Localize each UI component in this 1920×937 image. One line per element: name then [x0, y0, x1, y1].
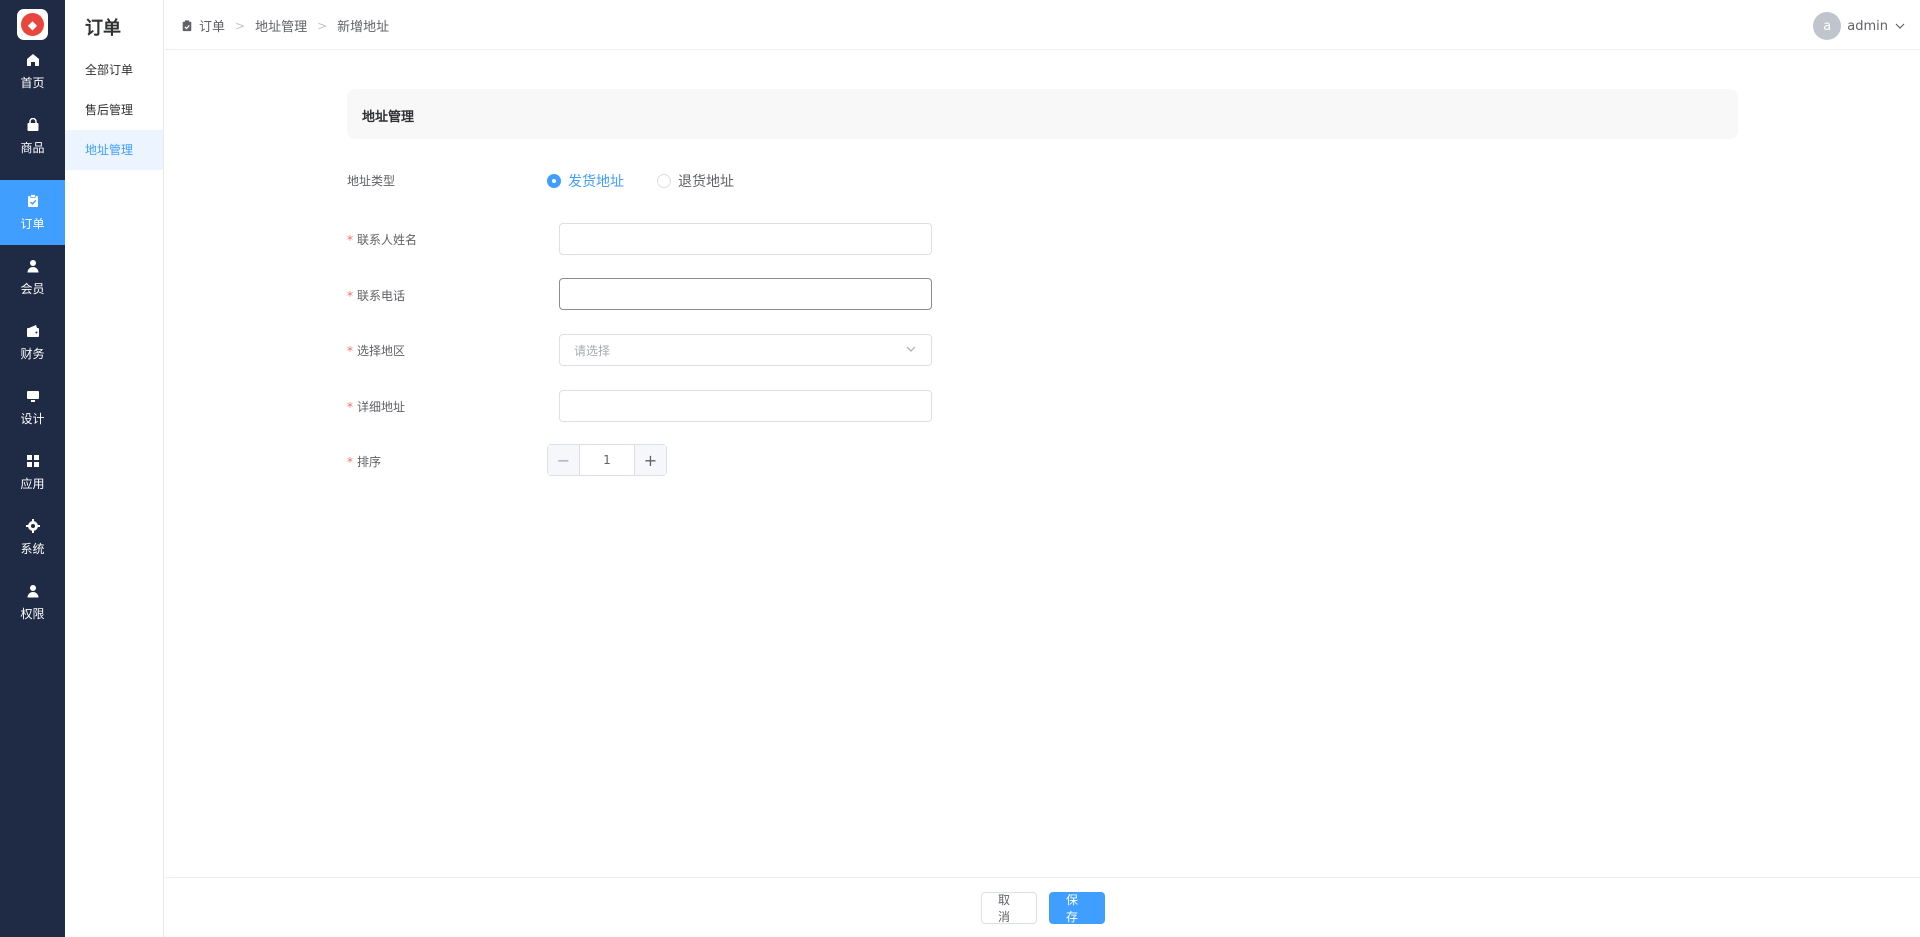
sub-menu: 订单 全部订单 售后管理 地址管理: [65, 0, 164, 937]
nav-item-home[interactable]: 首页: [0, 39, 65, 104]
nav-item-label: 财务: [20, 347, 45, 361]
contact-phone-label: * 联系电话: [347, 289, 406, 303]
breadcrumb-add-address: 新增地址: [337, 20, 390, 35]
breadcrumb-orders[interactable]: 订单: [199, 16, 225, 35]
nav-item-finance[interactable]: 财务: [0, 310, 65, 375]
nav-item-apps[interactable]: 应用: [0, 440, 65, 505]
required-mark: *: [347, 344, 353, 358]
nav-item-label: 商品: [20, 141, 45, 155]
required-mark: *: [347, 289, 353, 303]
user-menu[interactable]: a admin: [1813, 12, 1906, 40]
chevron-down-icon: [1894, 20, 1906, 32]
wallet-icon: [25, 323, 41, 339]
nav-item-label: 会员: [20, 282, 45, 296]
breadcrumb: 订单 > 地址管理 > 新增地址: [181, 16, 389, 35]
user-name: admin: [1847, 18, 1888, 34]
region-select[interactable]: 请选择: [559, 334, 932, 366]
logo-mark-icon: ◆: [21, 13, 44, 36]
breadcrumb-address-management[interactable]: 地址管理: [255, 16, 307, 35]
submenu-item-address[interactable]: 地址管理: [65, 130, 163, 170]
detail-address-input[interactable]: [559, 390, 932, 422]
section-title: 地址管理: [362, 110, 415, 125]
chevron-right-icon: >: [317, 18, 328, 33]
submenu-title: 订单: [85, 18, 121, 39]
clipboard-icon: [181, 19, 193, 32]
radio-checked-icon: [547, 174, 561, 188]
nav-item-orders[interactable]: 订单: [0, 180, 65, 245]
app-logo[interactable]: ◆: [17, 9, 48, 40]
radio-return-address[interactable]: 退货地址: [657, 171, 734, 191]
save-button[interactable]: 保存: [1049, 892, 1105, 924]
contact-name-input[interactable]: [559, 223, 932, 255]
bag-icon: [25, 117, 41, 133]
detail-address-label: * 详细地址: [347, 400, 406, 414]
radio-shipping-address[interactable]: 发货地址: [547, 171, 624, 191]
home-icon: [25, 52, 41, 68]
cancel-button[interactable]: 取消: [981, 892, 1037, 924]
person-icon: [25, 583, 41, 599]
nav-item-design[interactable]: 设计: [0, 375, 65, 440]
chevron-down-icon: [905, 343, 917, 358]
nav-item-label: 应用: [20, 477, 45, 491]
nav-item-system[interactable]: 系统: [0, 505, 65, 570]
region-placeholder: 请选择: [574, 343, 611, 358]
nav-item-label: 权限: [20, 607, 45, 621]
grid-icon: [25, 453, 41, 469]
top-header: 订单 > 地址管理 > 新增地址 a admin: [165, 0, 1920, 50]
sort-value[interactable]: 1: [580, 445, 634, 475]
required-mark: *: [347, 455, 353, 469]
contact-phone-input[interactable]: [559, 278, 932, 310]
sort-stepper: − 1 +: [547, 444, 667, 476]
user-icon: [25, 258, 41, 274]
radio-unchecked-icon: [657, 174, 671, 188]
region-label: * 选择地区: [347, 344, 406, 358]
avatar: a: [1813, 12, 1842, 40]
form-footer: 取消 保存: [165, 877, 1920, 937]
sort-label: * 排序: [347, 455, 382, 469]
required-mark: *: [347, 233, 353, 247]
chevron-right-icon: >: [235, 18, 246, 33]
nav-item-products[interactable]: 商品: [0, 104, 65, 169]
nav-item-label: 订单: [20, 217, 45, 231]
main-nav: ◆ 首页 商品 订单 会员 财务 设计 应用 系统 权限: [0, 0, 65, 937]
monitor-icon: [25, 388, 41, 404]
nav-item-label: 系统: [20, 542, 45, 556]
contact-name-label: * 联系人姓名: [347, 233, 418, 247]
submenu-item-all-orders[interactable]: 全部订单: [65, 50, 163, 90]
nav-item-members[interactable]: 会员: [0, 245, 65, 310]
decrement-button[interactable]: −: [548, 445, 580, 475]
radio-label: 退货地址: [678, 174, 734, 190]
nav-item-label: 首页: [20, 76, 45, 90]
address-type-label: 地址类型: [347, 174, 396, 188]
section-header: 地址管理: [347, 89, 1738, 139]
clipboard-icon: [25, 193, 41, 209]
nav-item-label: 设计: [20, 412, 45, 426]
gear-icon: [25, 518, 41, 534]
nav-item-permissions[interactable]: 权限: [0, 570, 65, 635]
required-mark: *: [347, 400, 353, 414]
increment-button[interactable]: +: [634, 445, 666, 475]
radio-label: 发货地址: [568, 174, 624, 190]
submenu-item-after-sales[interactable]: 售后管理: [65, 90, 163, 130]
